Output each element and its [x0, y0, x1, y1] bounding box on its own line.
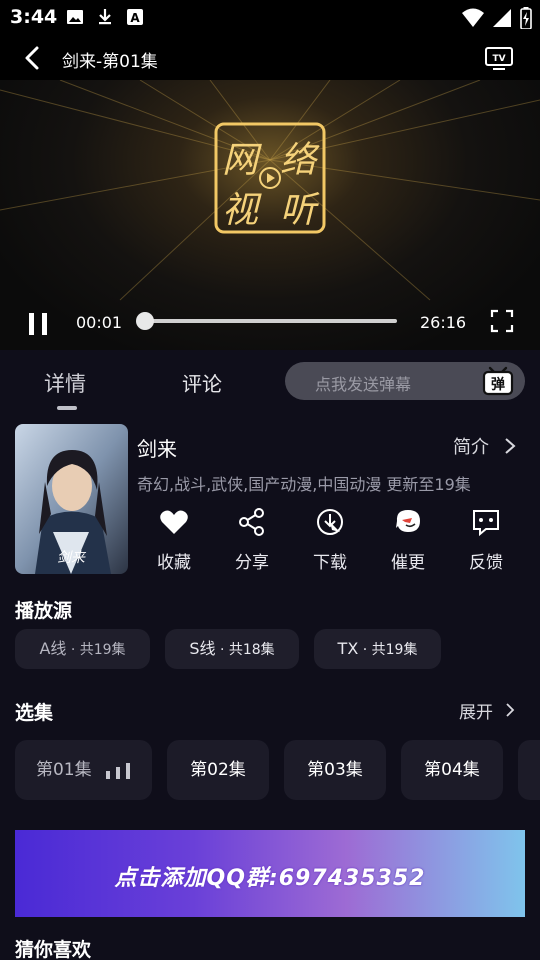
status-bar: 3:44 A: [0, 0, 540, 36]
svg-text:网: 网: [222, 140, 262, 181]
back-icon[interactable]: [20, 45, 46, 71]
recommend-title: 猜你喜欢: [15, 939, 92, 960]
urge-button[interactable]: 催更: [380, 506, 436, 576]
danmu-icon[interactable]: 弹: [481, 364, 515, 398]
download-icon: [317, 509, 343, 535]
tab-comments[interactable]: 评论: [182, 368, 222, 397]
favorite-button[interactable]: 收藏: [146, 506, 202, 576]
expand-link[interactable]: 展开: [459, 698, 493, 723]
svg-text:听: 听: [280, 190, 320, 231]
svg-text:TV: TV: [492, 54, 505, 64]
page-title: 剑来-第01集: [62, 52, 158, 72]
danmu-placeholder: 点我发送弹幕: [315, 375, 412, 394]
urge-icon: [396, 510, 420, 532]
detail-tabs: 详情 评论 点我发送弹幕 弹: [0, 350, 540, 420]
image-icon: [67, 10, 83, 24]
svg-text:A: A: [130, 11, 140, 25]
tv-cast-icon[interactable]: TV: [484, 45, 514, 71]
progress-bar[interactable]: [145, 319, 397, 323]
feedback-icon: [473, 510, 499, 537]
sources-title: 播放源: [15, 600, 73, 622]
svg-text:弹: 弹: [491, 376, 505, 393]
svg-text:络: 络: [280, 140, 320, 181]
chevron-right-icon[interactable]: [503, 436, 517, 456]
chevron-right-icon[interactable]: [504, 702, 516, 718]
share-button[interactable]: 分享: [224, 506, 280, 576]
download-label: 下载: [313, 553, 347, 573]
feedback-button[interactable]: 反馈: [458, 506, 514, 576]
pause-icon[interactable]: [26, 311, 50, 337]
status-time: 3:44: [10, 6, 58, 28]
feedback-label: 反馈: [469, 553, 503, 573]
show-cover-image[interactable]: 剑来: [15, 424, 128, 574]
share-label: 分享: [235, 553, 269, 573]
fullscreen-icon[interactable]: [490, 309, 514, 333]
svg-text:剑来: 剑来: [57, 550, 87, 566]
progress-handle[interactable]: [136, 312, 154, 330]
wifi-icon: [462, 8, 484, 27]
tab-details[interactable]: 详情: [44, 368, 86, 398]
intro-link[interactable]: 简介: [453, 433, 489, 459]
signal-icon: [493, 9, 511, 27]
episodes-title: 选集: [15, 702, 54, 724]
episode-item[interactable]: 第02集: [167, 740, 269, 800]
svg-text:视: 视: [222, 190, 262, 231]
source-chip-s[interactable]: S线 · 共18集: [165, 629, 299, 669]
episode-item-partial[interactable]: [518, 740, 540, 800]
share-icon: [239, 508, 264, 536]
font-a-icon: A: [127, 9, 143, 25]
episode-item-current[interactable]: 第01集: [15, 740, 152, 800]
episode-item[interactable]: 第04集: [401, 740, 503, 800]
urge-label: 催更: [391, 553, 425, 573]
banner-text: 点击添加QQ群:697435352: [114, 866, 426, 891]
battery-icon: [520, 7, 532, 29]
total-time: 26:16: [420, 313, 467, 332]
player-controls: 00:01 26:16: [0, 306, 540, 350]
episode-item[interactable]: 第03集: [284, 740, 386, 800]
broadcast-logo: 网 络 视 听: [214, 122, 326, 234]
playing-bars-icon: [106, 763, 131, 779]
source-chip-a[interactable]: A线 · 共19集: [15, 629, 150, 669]
source-chip-tx[interactable]: TX · 共19集: [314, 629, 441, 669]
qq-group-banner[interactable]: 点击添加QQ群:697435352: [15, 830, 525, 917]
heart-icon: [160, 510, 188, 534]
action-row: 收藏 分享 下载 催更 反馈: [137, 506, 527, 576]
show-tags: 奇幻,战斗,武侠,国产动漫,中国动漫 更新至19集: [137, 475, 471, 494]
current-time: 00:01: [76, 313, 123, 332]
download-button[interactable]: 下载: [302, 506, 358, 576]
danmu-input[interactable]: 点我发送弹幕 弹: [285, 362, 525, 400]
favorite-label: 收藏: [157, 553, 191, 573]
top-bar: 剑来-第01集 TV: [0, 36, 540, 80]
tab-indicator: [57, 406, 77, 410]
show-title: 剑来: [137, 437, 177, 461]
download-status-icon: [99, 9, 111, 25]
